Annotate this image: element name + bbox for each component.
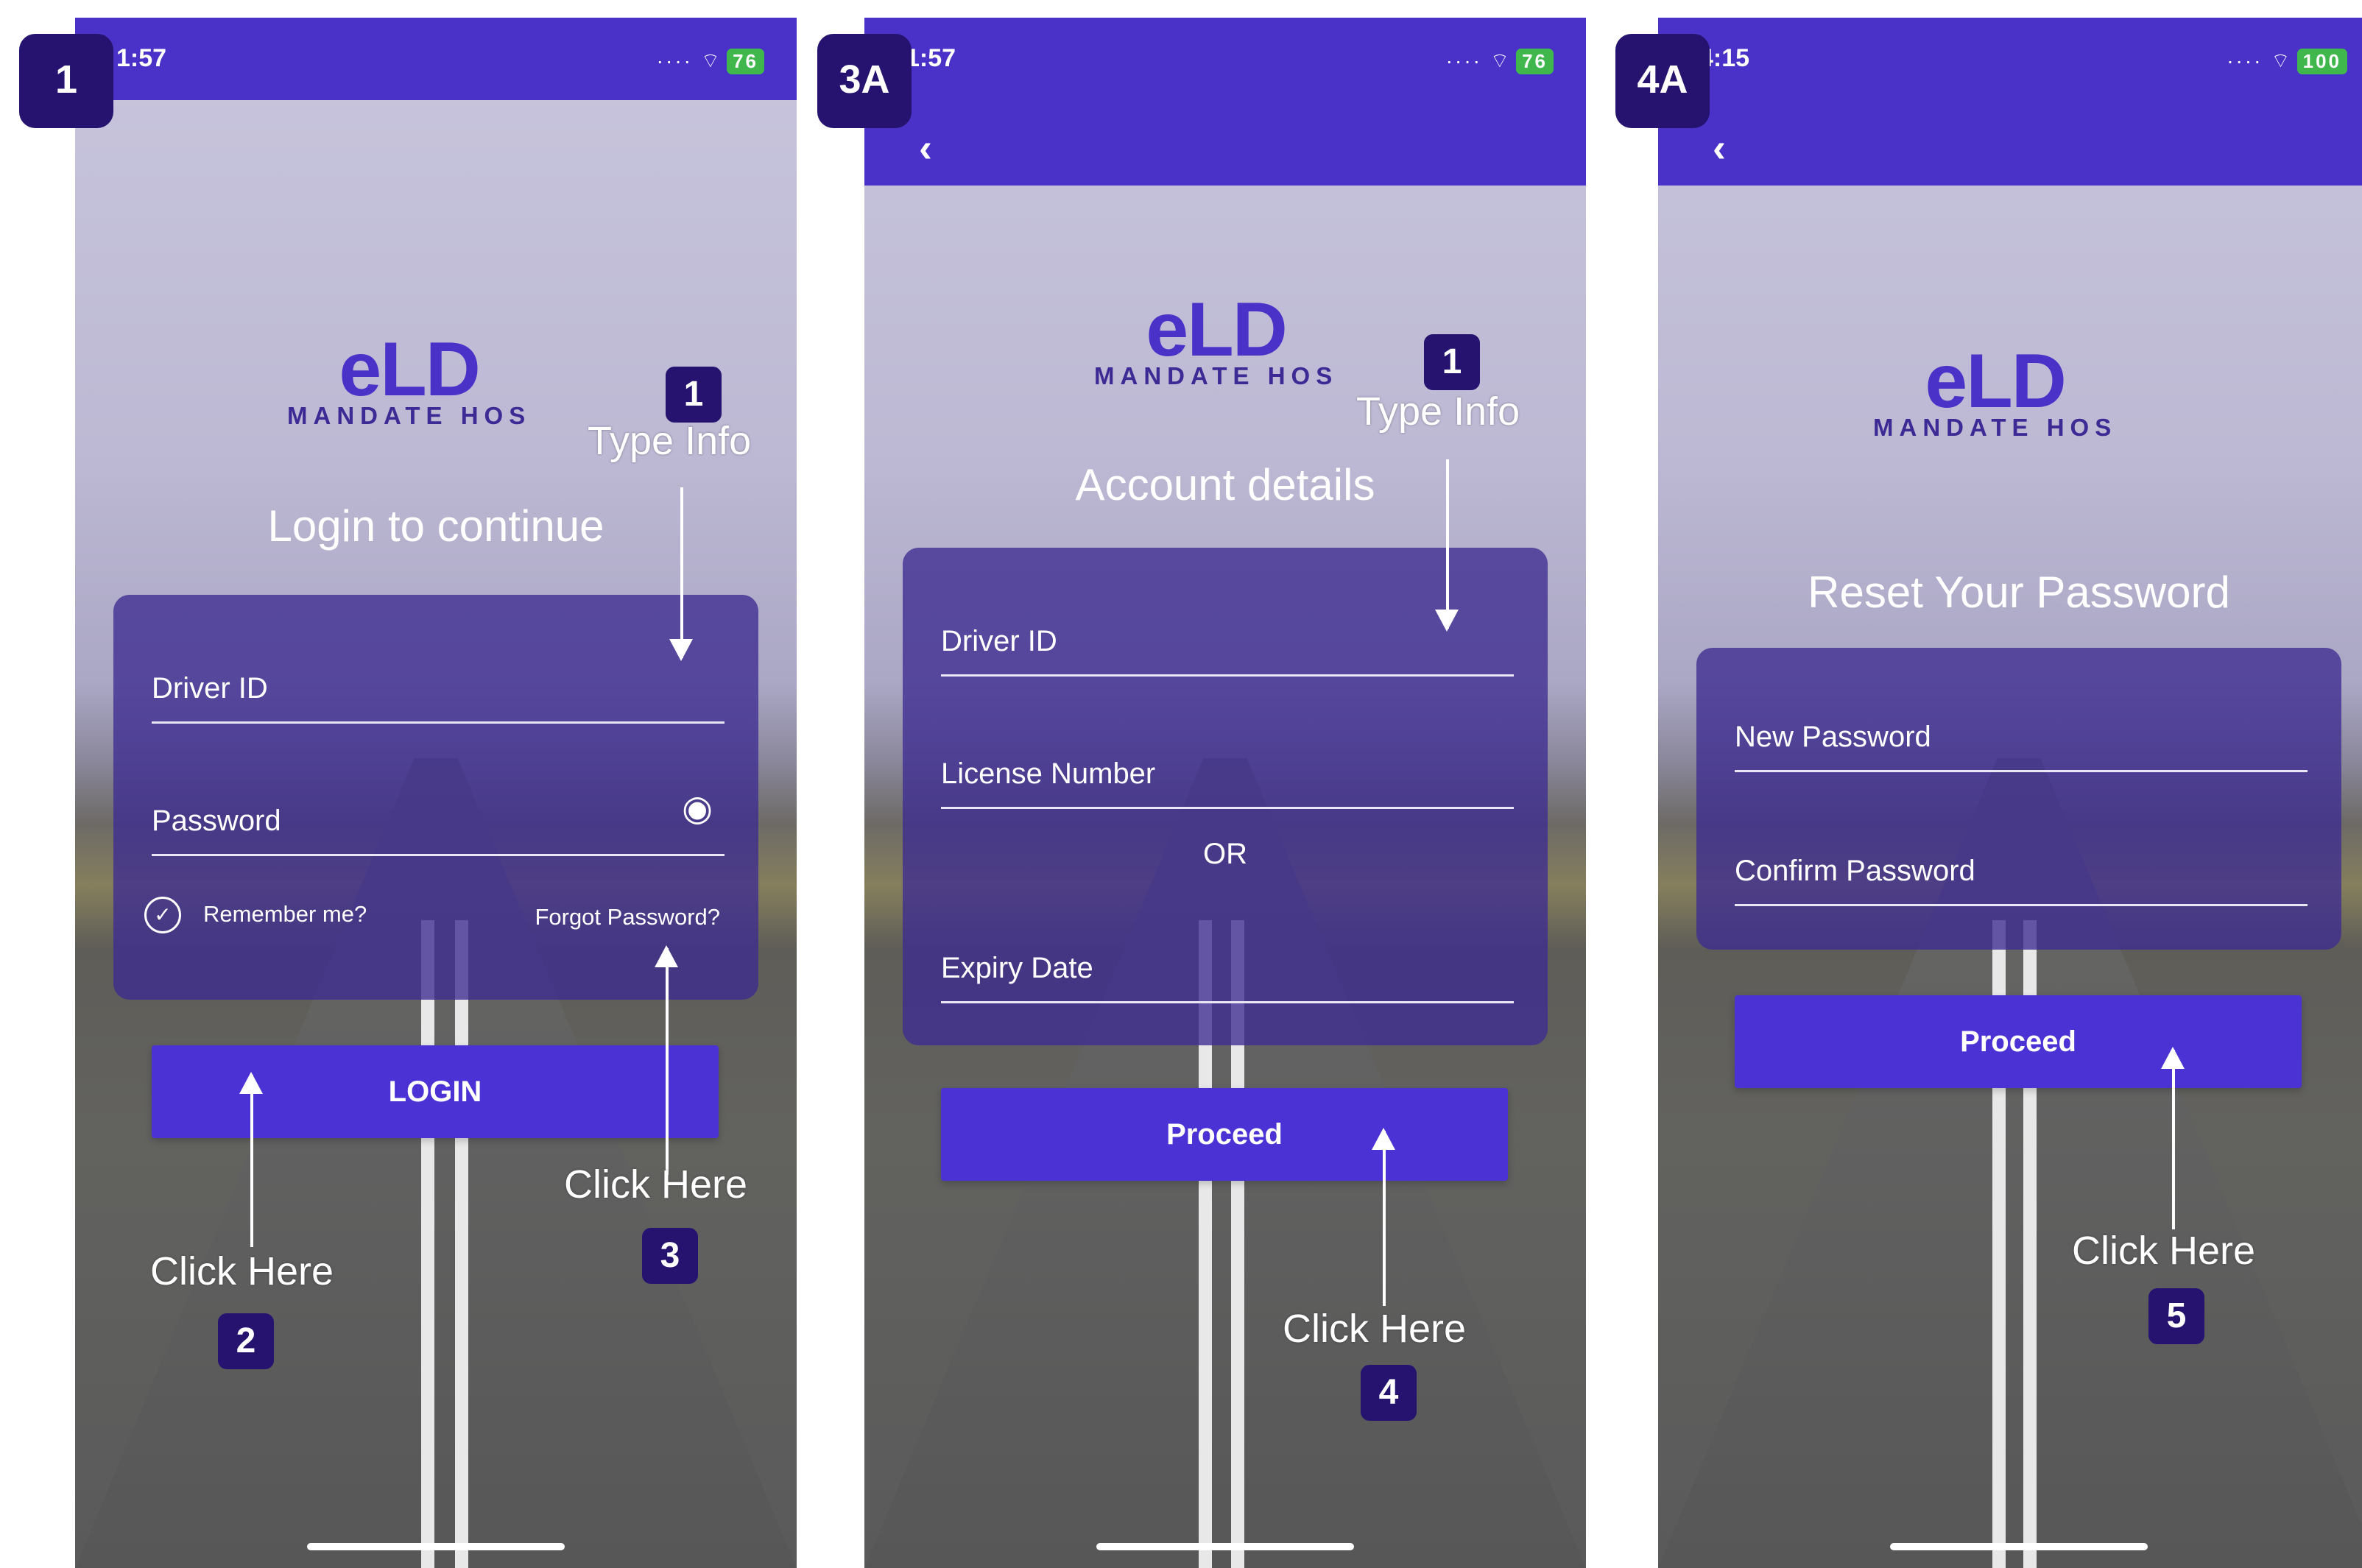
- back-chevron-icon[interactable]: ‹: [1713, 128, 1726, 168]
- or-separator: OR: [1203, 838, 1247, 870]
- eye-icon[interactable]: ◉: [682, 788, 713, 829]
- battery-icon: 76: [1516, 49, 1554, 74]
- wifi-icon: ⌔: [1481, 49, 1512, 72]
- down-arrow: [669, 487, 693, 661]
- login-screen: 1:57 ···· ⌔ 76 eLD MANDATE HOS Login to c…: [75, 18, 797, 1568]
- status-icons: ···· ⌔ 100: [2227, 49, 2347, 74]
- step-number-badge: 1: [666, 367, 722, 423]
- expiry-date-label: Expiry Date: [941, 952, 1093, 984]
- wifi-icon: ⌔: [2263, 49, 2293, 72]
- proceed-button[interactable]: Proceed: [1735, 995, 2302, 1088]
- password-field[interactable]: Password ◉: [152, 788, 725, 856]
- driver-id-label: Driver ID: [152, 672, 268, 704]
- logo-mark: eLD: [339, 327, 480, 412]
- remember-me-label: Remember me?: [203, 901, 367, 927]
- wifi-icon: ⌔: [692, 49, 723, 72]
- screen-label: 1: [19, 34, 113, 128]
- account-details-screen: 1:57 ···· ⌔ 76 ‹ eLD MANDATE HOS Account …: [864, 18, 1586, 1568]
- status-bar: 1:57 ···· ⌔ 76: [75, 18, 797, 100]
- logo-mark: eLD: [1925, 339, 2066, 424]
- status-icons: ···· ⌔ 76: [657, 49, 764, 74]
- down-arrow: [1435, 459, 1459, 632]
- login-button[interactable]: LOGIN: [152, 1045, 719, 1138]
- license-number-field[interactable]: License Number: [941, 741, 1514, 809]
- instruction-label: Type Info: [588, 419, 752, 463]
- status-time: 1:57: [116, 44, 167, 72]
- home-indicator: [1096, 1543, 1354, 1550]
- reset-password-screen: 4:15 ···· ⌔ 100 ‹ eLD MANDATE HOS Reset Y…: [1658, 18, 2362, 1568]
- password-label: Password: [152, 805, 281, 837]
- eld-logo: eLD MANDATE HOS: [287, 331, 531, 430]
- confirm-password-label: Confirm Password: [1735, 855, 1975, 887]
- road-line-right: [455, 920, 468, 1568]
- back-chevron-icon[interactable]: ‹: [919, 128, 932, 168]
- remember-me-toggle[interactable]: ✓ Remember me?: [144, 897, 367, 933]
- up-arrow: [1372, 1128, 1395, 1306]
- page-title: Reset Your Password: [1808, 568, 2230, 617]
- eld-logo: eLD MANDATE HOS: [1094, 292, 1338, 390]
- instruction-label: Type Info: [1356, 389, 1520, 434]
- new-password-label: New Password: [1735, 721, 1931, 753]
- status-icons: ···· ⌔ 76: [1446, 49, 1554, 74]
- driver-id-field[interactable]: Driver ID: [152, 655, 725, 724]
- logo-subtitle: MANDATE HOS: [287, 402, 532, 429]
- step-number-badge: 5: [2148, 1288, 2204, 1344]
- proceed-button[interactable]: Proceed: [941, 1088, 1508, 1181]
- expiry-date-field[interactable]: Expiry Date: [941, 935, 1514, 1003]
- reset-password-form: New Password Confirm Password: [1696, 648, 2341, 950]
- instruction-label: Click Here: [564, 1162, 748, 1207]
- forgot-password-link[interactable]: Forgot Password?: [535, 904, 720, 930]
- license-number-label: License Number: [941, 757, 1156, 790]
- logo-subtitle: MANDATE HOS: [1094, 362, 1339, 389]
- check-circle-icon[interactable]: ✓: [144, 897, 181, 933]
- road-line-left: [421, 920, 434, 1568]
- step-number-badge: 1: [1424, 334, 1480, 390]
- screen-label: 4A: [1615, 34, 1710, 128]
- logo-subtitle: MANDATE HOS: [1873, 414, 2118, 441]
- page-title: Account details: [1075, 460, 1375, 509]
- up-arrow: [2161, 1047, 2185, 1229]
- driver-id-label: Driver ID: [941, 625, 1057, 657]
- instruction-label: Click Here: [1283, 1307, 1467, 1351]
- logo-mark: eLD: [1146, 287, 1287, 372]
- instruction-label: Click Here: [2072, 1229, 2256, 1273]
- page-title: Login to continue: [267, 501, 604, 551]
- battery-icon: 76: [727, 49, 764, 74]
- home-indicator: [1890, 1543, 2148, 1550]
- new-password-field[interactable]: New Password: [1735, 704, 2308, 772]
- step-number-badge: 3: [642, 1228, 698, 1284]
- app-header: 4:15 ···· ⌔ 100 ‹: [1658, 18, 2362, 186]
- step-number-badge: 2: [218, 1313, 274, 1369]
- login-form: Driver ID Password ◉ ✓ Remember me? Forgot…: [113, 595, 758, 1000]
- status-time: 1:57: [906, 44, 956, 72]
- driver-id-field[interactable]: Driver ID: [941, 608, 1514, 677]
- app-header: 1:57 ···· ⌔ 76 ‹: [864, 18, 1586, 186]
- step-number-badge: 4: [1361, 1365, 1417, 1421]
- confirm-password-field[interactable]: Confirm Password: [1735, 838, 2308, 906]
- up-arrow: [655, 945, 678, 1175]
- instruction-label: Click Here: [150, 1249, 334, 1293]
- home-indicator: [307, 1543, 565, 1550]
- eld-logo: eLD MANDATE HOS: [1873, 343, 2117, 442]
- battery-icon: 100: [2296, 49, 2347, 74]
- up-arrow: [239, 1072, 263, 1247]
- screen-label: 3A: [817, 34, 912, 128]
